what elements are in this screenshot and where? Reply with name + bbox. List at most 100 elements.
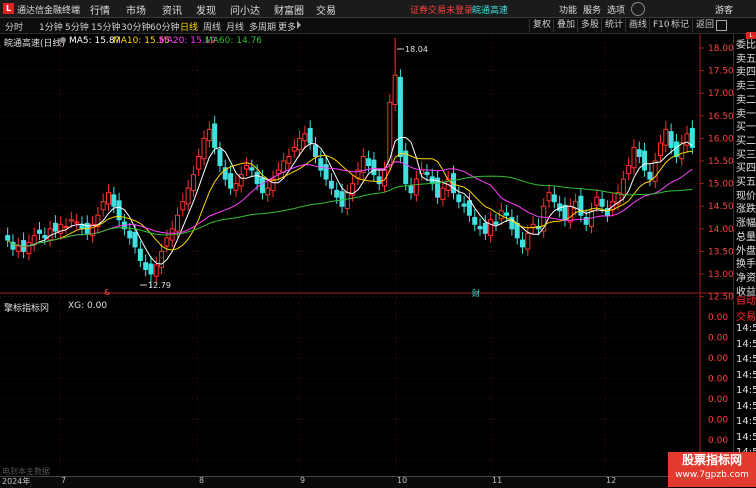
candle-body	[196, 155, 202, 170]
candle-body	[74, 221, 80, 224]
guest-label[interactable]: 游客	[715, 3, 733, 16]
candle-body	[594, 196, 600, 206]
candle-body	[551, 194, 557, 203]
tab-monthly[interactable]: 月线	[226, 20, 244, 33]
candle-body	[313, 144, 318, 157]
tab-5min[interactable]: 5分钟	[65, 20, 89, 33]
month-sep: 9	[300, 476, 306, 485]
tab-daily[interactable]: 日线	[180, 20, 198, 33]
tab-intraday[interactable]: 分时	[5, 20, 23, 33]
candle-body	[323, 164, 329, 180]
candle-body	[185, 187, 191, 205]
candle-body	[37, 229, 42, 234]
menu-news[interactable]: 资讯	[162, 2, 182, 17]
menu-market[interactable]: 市场	[126, 2, 146, 17]
candle-body	[286, 155, 292, 164]
candle-body	[254, 171, 260, 185]
tab-multi-period[interactable]: 多周期	[249, 20, 276, 33]
tab-more[interactable]: 更多	[278, 20, 296, 33]
candle-body	[318, 158, 324, 171]
candle-body	[137, 248, 143, 261]
draw-line-button[interactable]: 画线	[625, 19, 650, 32]
title-bar: L 通达信金融终端 行情 市场 资讯 发现 问小达 财富圈 交易 证券交易未登录…	[0, 0, 756, 18]
candle-body	[376, 176, 382, 185]
sub-tick-label: 0.00	[708, 375, 728, 385]
overlay-button[interactable]: 叠加	[553, 19, 578, 32]
user-avatar-icon[interactable]	[631, 2, 645, 16]
menu-service[interactable]: 服务	[583, 3, 601, 16]
time-axis-bar	[0, 476, 733, 488]
low-price-label: 12.79	[148, 281, 171, 290]
menu-assistant[interactable]: 问小达	[230, 2, 260, 17]
event-marker-right[interactable]: 财	[472, 288, 480, 299]
candle-body	[620, 178, 626, 196]
menu-options[interactable]: 选项	[607, 3, 625, 16]
candle-body	[578, 195, 584, 216]
watermark-url: www.7gpzb.com	[675, 470, 749, 480]
candle-body	[164, 237, 170, 247]
layout-icon[interactable]	[716, 20, 727, 31]
month-jul: 7	[61, 476, 67, 485]
quote-panel-label: 14:5	[736, 385, 756, 396]
menu-discover[interactable]: 发现	[196, 2, 216, 17]
candle-body	[5, 235, 11, 241]
kline-chart[interactable]: 18.00 17.50 17.00 16.50 16.00 15.50 15.00 14.50…	[0, 34, 733, 476]
multi-stock-button[interactable]: 多股	[577, 19, 602, 32]
menu-quotes[interactable]: 行情	[90, 2, 110, 17]
candle-body	[658, 142, 663, 157]
menu-wealth[interactable]: 财富圈	[274, 2, 304, 17]
candle-body	[504, 212, 510, 216]
high-price-label: 18.04	[405, 45, 428, 54]
candle-body	[302, 133, 308, 142]
tab-15min[interactable]: 15分钟	[91, 20, 120, 33]
quote-panel-label: 自动	[736, 296, 756, 307]
month-aug: 8	[199, 476, 205, 485]
price-tick-label: 13.50	[708, 247, 733, 257]
candle-body	[488, 219, 494, 237]
candle-body	[175, 214, 180, 232]
tab-weekly[interactable]: 周线	[203, 20, 221, 33]
candle-body	[626, 165, 632, 175]
candle-body	[562, 204, 568, 221]
candle-body	[68, 219, 74, 222]
candle-body	[366, 158, 372, 167]
statistics-button[interactable]: 统计	[601, 19, 626, 32]
period-toolbar: 分时 1分钟 5分钟 15分钟 30分钟 60分钟 日线 周线 月线 多周期 更…	[0, 18, 756, 34]
quote-panel-label: 交易	[736, 311, 756, 323]
candle-body	[397, 76, 403, 157]
watermark-title: 股票指标网	[681, 453, 742, 467]
candle-body	[206, 128, 212, 142]
sub-tick-label: 0.00	[708, 395, 728, 405]
more-arrow-icon[interactable]	[297, 21, 301, 29]
restore-rights-button[interactable]: 复权	[529, 19, 554, 32]
candle-body	[413, 178, 419, 196]
menu-trade[interactable]: 交易	[316, 2, 336, 17]
candle-body	[631, 146, 637, 169]
candle-body	[668, 131, 674, 148]
quote-logo-icon: L	[746, 32, 756, 39]
quote-panel-label: 14:5	[736, 416, 756, 427]
candle-body	[180, 201, 186, 211]
tab-1min[interactable]: 1分钟	[39, 20, 63, 33]
price-tick-label: 16.00	[708, 134, 733, 144]
candle-body	[440, 187, 446, 200]
mark-button[interactable]: 标记	[667, 19, 692, 32]
event-marker-left[interactable]: &	[104, 288, 110, 297]
candle-body	[408, 185, 414, 194]
price-tick-label: 17.50	[708, 67, 733, 77]
candle-body	[477, 226, 483, 230]
menu-function[interactable]: 功能	[559, 3, 577, 16]
price-tick-label: 13.00	[708, 270, 733, 280]
candle-body	[63, 226, 69, 229]
tab-30min[interactable]: 30分钟	[121, 20, 150, 33]
app-logo-icon: L	[3, 3, 14, 14]
candle-body	[52, 222, 58, 232]
tab-60min[interactable]: 60分钟	[150, 20, 179, 33]
candle-body	[201, 137, 207, 160]
login-warning[interactable]: 证券交易未登录	[410, 3, 473, 16]
candle-body	[642, 150, 648, 171]
candle-body	[42, 235, 48, 239]
candle-body	[599, 198, 605, 207]
back-button[interactable]: 返回	[692, 19, 717, 32]
stock-name: 皖通高速	[472, 6, 509, 16]
